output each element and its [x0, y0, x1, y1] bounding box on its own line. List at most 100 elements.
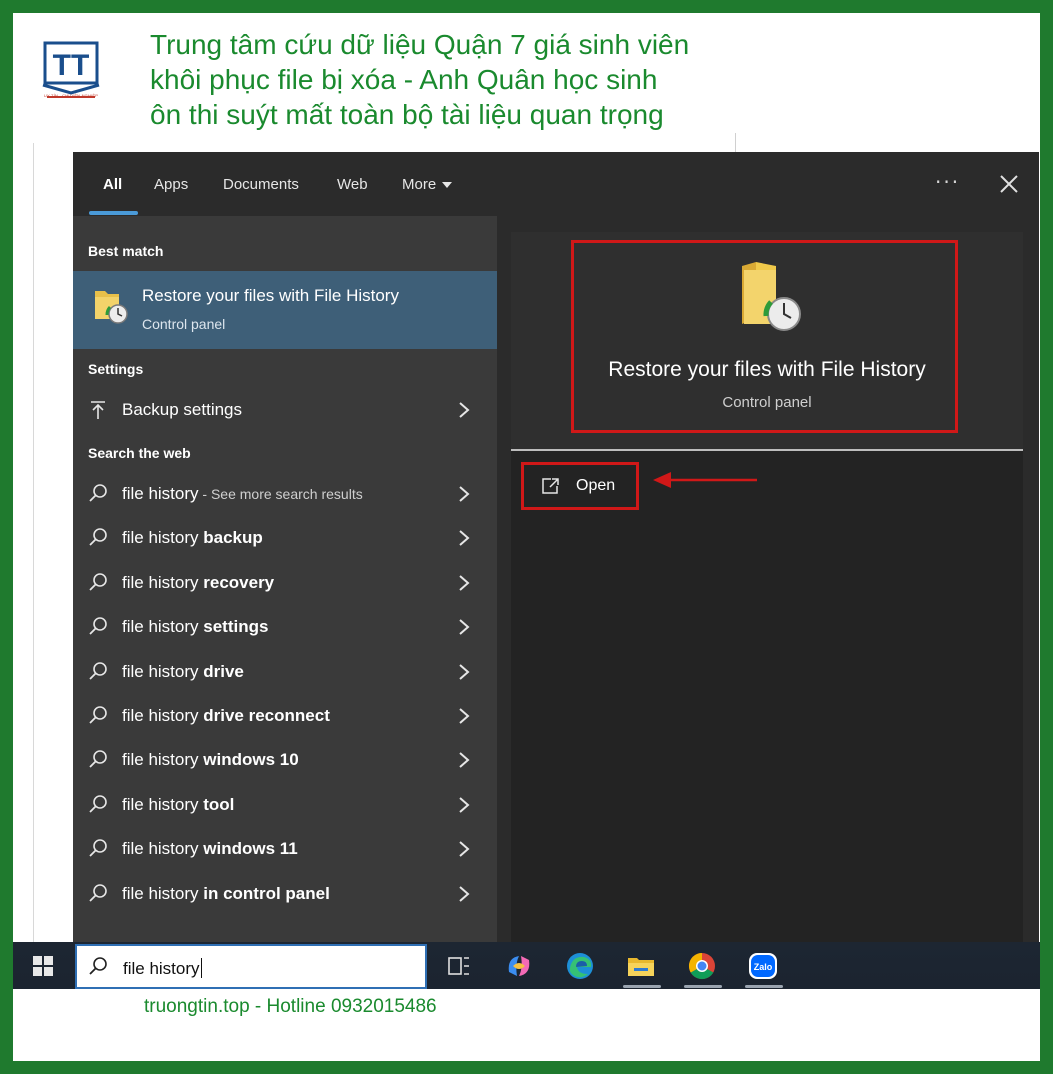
chevron-right-icon: [459, 530, 470, 547]
background-window-edge-right: [735, 133, 736, 153]
search-query-text: file history: [123, 959, 200, 978]
chevron-down-icon: [442, 182, 453, 189]
tab-more-label: More: [402, 176, 437, 193]
web-result-prefix: file history: [122, 839, 204, 859]
results-list: Best match Restore your files with File …: [73, 216, 497, 942]
chrome-icon[interactable]: [686, 950, 718, 982]
highlight-box-preview: [571, 240, 958, 433]
chevron-right-icon: [459, 402, 470, 418]
web-result-prefix: file history: [122, 617, 204, 637]
web-result-item[interactable]: file history recovery: [73, 563, 497, 603]
web-result-label: file history tool: [122, 795, 234, 815]
web-result-prefix: file history: [122, 572, 204, 592]
chevron-right-icon: [459, 797, 470, 813]
search-icon: [89, 572, 107, 591]
chevron-right-icon: [459, 575, 470, 591]
taskbar-search-box[interactable]: file history: [75, 944, 427, 989]
headline-line-2: khôi phục file bị xóa - Anh Quân học sin…: [150, 64, 658, 95]
web-result-label: file history in control panel: [122, 884, 330, 904]
web-result-item[interactable]: file history settings: [73, 607, 497, 647]
web-result-suffix: - See more search results: [198, 486, 363, 502]
file-history-icon: [95, 291, 128, 324]
web-result-item[interactable]: file history backup: [73, 518, 497, 558]
web-result-prefix: file history: [122, 528, 204, 548]
headline-line-3: ôn thi suýt mất toàn bộ tài liệu quan tr…: [150, 99, 664, 130]
web-result-bold: windows 11: [203, 839, 298, 859]
web-result-label: file history windows 10: [122, 750, 299, 770]
search-icon: [89, 528, 107, 547]
preview-card: Restore your files with File History Con…: [511, 232, 1023, 450]
text-cursor: [200, 958, 202, 978]
annotation-arrow: [653, 472, 757, 488]
web-result-item[interactable]: file history windows 10: [73, 740, 497, 780]
more-options-icon[interactable]: ···: [935, 170, 960, 194]
headline-line-1: Trung tâm cứu dữ liệu Quận 7 giá sinh vi…: [150, 29, 690, 60]
preview-divider: [511, 449, 1023, 451]
settings-item-backup[interactable]: Backup settings: [73, 390, 497, 430]
best-match-subtitle: Control panel: [142, 316, 226, 332]
web-result-label: file history - See more search results: [122, 484, 363, 504]
zalo-label: Zalo: [754, 962, 773, 972]
tab-more[interactable]: More: [402, 176, 453, 193]
web-result-prefix: file history: [122, 661, 204, 681]
chevron-right-icon: [459, 752, 470, 769]
edge-icon[interactable]: [564, 950, 596, 982]
tab-documents[interactable]: Documents: [223, 176, 299, 193]
page-frame: TT UY TÍN - CHUYÊN NGHIỆP Trung tâm cứu …: [13, 13, 1040, 1061]
chevron-right-icon: [459, 486, 470, 502]
web-result-item[interactable]: file history tool: [73, 785, 497, 825]
web-result-bold: backup: [203, 528, 263, 548]
chevron-right-icon: [459, 619, 470, 635]
tab-all[interactable]: All: [103, 176, 122, 193]
close-icon[interactable]: [999, 174, 1019, 194]
web-result-item[interactable]: file history drive: [73, 652, 497, 692]
web-result-bold: tool: [203, 794, 235, 814]
web-result-label: file history drive reconnect: [122, 706, 330, 726]
search-icon: [89, 484, 107, 502]
search-icon: [89, 706, 107, 724]
best-match-title: Restore your files with File History: [142, 286, 399, 305]
chrome-running-indicator: [684, 985, 722, 988]
web-result-prefix: file history: [122, 883, 204, 903]
web-result-item[interactable]: file history in control panel: [73, 874, 497, 914]
search-tabs: All Apps Documents Web More ···: [73, 152, 1039, 216]
web-result-label: file history windows 11: [122, 839, 298, 859]
web-result-label: file history settings: [122, 617, 268, 637]
taskbar: file history Zalo: [13, 942, 1040, 989]
web-result-prefix: file history: [122, 750, 204, 770]
copilot-icon[interactable]: [503, 950, 535, 982]
section-search-web: Search the web: [88, 445, 191, 461]
upload-arrow-icon: [91, 401, 105, 419]
footer-hotline: truongtin.top - Hotline 0932015486: [144, 996, 437, 1017]
web-result-item[interactable]: file history drive reconnect: [73, 696, 497, 736]
windows-start-icon[interactable]: [33, 956, 53, 976]
web-result-bold: windows 10: [203, 750, 299, 770]
web-result-item[interactable]: file history - See more search results: [73, 474, 497, 514]
tab-web[interactable]: Web: [337, 176, 368, 193]
zalo-icon[interactable]: Zalo: [747, 950, 779, 982]
chevron-right-icon: [459, 885, 470, 902]
task-view-icon[interactable]: [443, 950, 475, 982]
background-window-edge: [33, 143, 34, 943]
chevron-right-icon: [459, 708, 470, 724]
web-result-prefix: file history: [122, 706, 204, 725]
logo-tagline: UY TÍN - CHUYÊN NGHIỆP: [43, 93, 99, 98]
file-explorer-icon[interactable]: [625, 950, 657, 982]
web-result-bold: drive reconnect: [203, 706, 330, 725]
web-result-label: file history drive: [122, 662, 244, 682]
chevron-right-icon: [459, 663, 470, 680]
search-input[interactable]: file history: [123, 958, 202, 979]
active-tab-indicator: [89, 211, 138, 215]
open-button[interactable]: Open: [521, 462, 639, 510]
open-label: Open: [576, 477, 616, 494]
settings-item-label: Backup settings: [122, 400, 243, 419]
chevron-right-icon: [459, 841, 470, 857]
search-icon: [89, 794, 107, 813]
tab-apps[interactable]: Apps: [154, 176, 188, 193]
best-match-item[interactable]: Restore your files with File History Con…: [73, 271, 497, 349]
search-icon: [89, 883, 107, 902]
headline: Trung tâm cứu dữ liệu Quận 7 giá sinh vi…: [150, 27, 790, 132]
web-result-item[interactable]: file history windows 11: [73, 829, 497, 869]
search-icon: [89, 839, 107, 857]
preview-pane: Restore your files with File History Con…: [511, 232, 1023, 942]
